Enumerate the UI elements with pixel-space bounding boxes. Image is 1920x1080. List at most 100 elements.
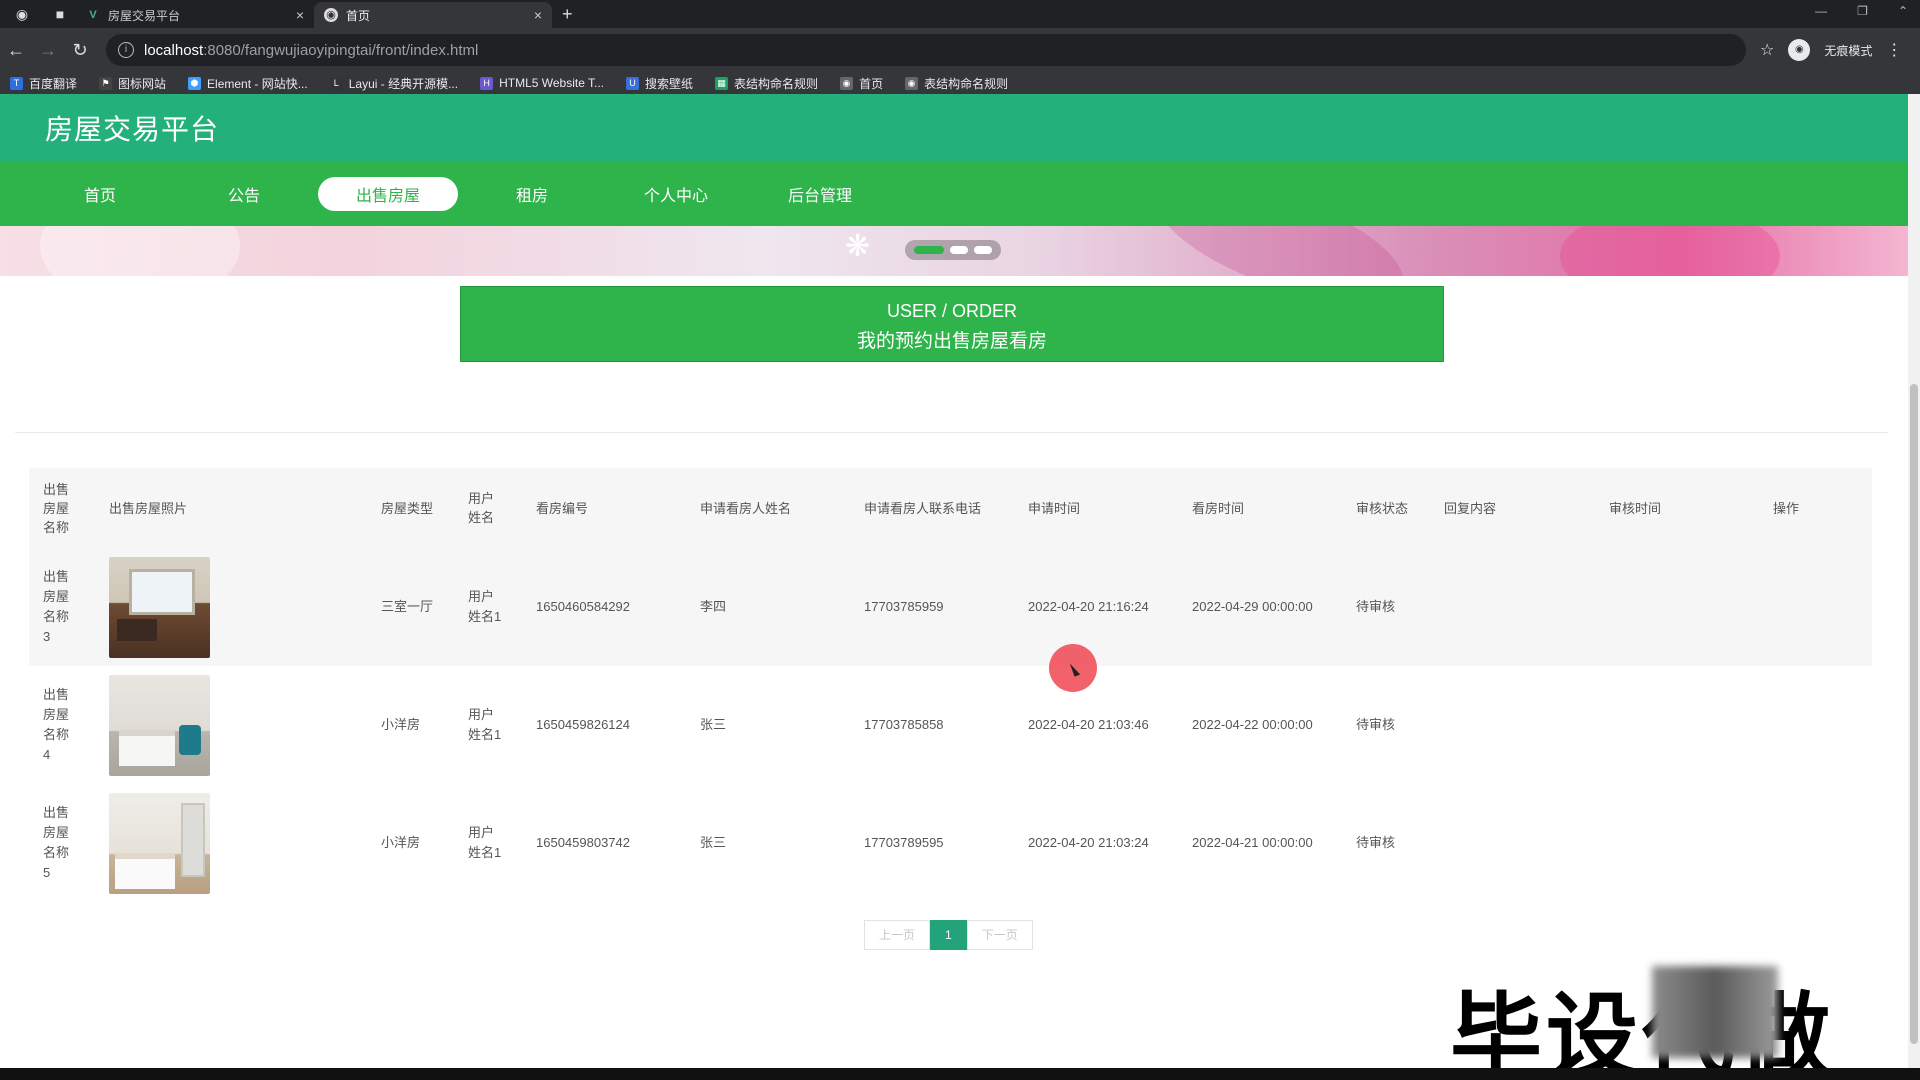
page-viewport: 房屋交易平台 首页 公告 出售房屋 租房 个人中心 后台管理 ❋ USER / … — [0, 94, 1908, 1068]
browser-tab-1[interactable]: V 房屋交易平台 × — [76, 2, 314, 28]
scrollbar-thumb[interactable] — [1910, 384, 1918, 1044]
column-header: 回复内容 — [1430, 468, 1595, 548]
bookmarks-bar: T 百度翻译 ⚑ 图标网站 ⬢ Element - 网站快... L Layui - 经… — [0, 72, 1920, 94]
cell-review-time — [1595, 548, 1759, 666]
cell-user-name: 用户姓名1 — [468, 707, 502, 742]
new-tab-icon[interactable]: + — [562, 4, 573, 25]
column-header: 用户姓名 — [468, 491, 495, 525]
column-header: 申请时间 — [1014, 468, 1178, 548]
nav-rent[interactable]: 租房 — [462, 177, 602, 211]
info-icon[interactable]: i — [118, 42, 134, 58]
cell-applicant-name: 张三 — [700, 717, 727, 732]
page-number-button[interactable]: 1 — [930, 920, 967, 950]
section-title-box: USER / ORDER 我的预约出售房屋看房 — [460, 286, 1444, 362]
url-path: :8080/fangwujiaoyipingtai/front/index.ht… — [203, 41, 479, 59]
cell-review-status: 待审核 — [1342, 548, 1430, 666]
tab-label: 首页 — [346, 8, 371, 23]
house-photo[interactable] — [109, 556, 210, 658]
tab-label: 房屋交易平台 — [108, 8, 181, 23]
more-menu-icon[interactable]: ⋮ — [1886, 40, 1902, 60]
close-tab-icon[interactable]: × — [296, 7, 304, 23]
bookmark-item[interactable]: H HTML5 Website T... — [480, 76, 604, 90]
house-photo[interactable] — [109, 674, 210, 776]
bookmark-item[interactable]: L Layui - 经典开源模... — [329, 75, 458, 92]
column-header: 操作 — [1759, 468, 1872, 548]
table-row[interactable]: 出售房屋名称3 三室一厅 用户姓名1 1650460584292 李四 1770… — [29, 548, 1872, 666]
nav-announcement[interactable]: 公告 — [174, 177, 314, 211]
cell-house-type: 小洋房 — [381, 717, 421, 732]
translate-icon: T — [10, 76, 23, 90]
column-header: 审核时间 — [1595, 468, 1759, 548]
cell-applicant-phone: 17703789595 — [864, 835, 944, 850]
carousel-dot[interactable] — [950, 246, 968, 254]
cell-action — [1759, 784, 1872, 902]
restore-icon[interactable]: ❐ — [1857, 4, 1868, 18]
nav-personal-center[interactable]: 个人中心 — [606, 177, 746, 211]
table-row[interactable]: 出售房屋名称5 小洋房 用户姓名1 1650459803742 张三 17703… — [29, 784, 1872, 902]
wallpaper-icon: U — [626, 76, 640, 90]
cell-action — [1759, 548, 1872, 666]
close-window-icon[interactable]: ⌃ — [1898, 4, 1908, 18]
flower-decoration — [1560, 226, 1780, 276]
bookmark-item[interactable]: ⚑ 图标网站 — [99, 75, 166, 92]
cell-view-time: 2022-04-29 00:00:00 — [1178, 548, 1342, 666]
main-nav: 首页 公告 出售房屋 租房 个人中心 后台管理 — [0, 162, 1908, 226]
bookmark-item[interactable]: ◉ 表结构命名规则 — [905, 75, 1008, 92]
bookmark-item[interactable]: U 搜索壁纸 — [626, 75, 693, 92]
browser-tab-strip: ◉ ■ V 房屋交易平台 × ◉ 首页 × + — ❐ ⌃ — [0, 0, 1920, 28]
table-icon: ▦ — [715, 76, 729, 90]
globe-icon: ◉ — [905, 76, 919, 90]
cell-view-time: 2022-04-22 00:00:00 — [1192, 717, 1313, 732]
site-title: 房屋交易平台 — [45, 114, 220, 145]
house-photo[interactable] — [109, 792, 210, 894]
back-icon[interactable]: ← — [0, 40, 32, 61]
cell-reply — [1430, 666, 1595, 784]
pagination: 上一页 1 下一页 — [864, 920, 1033, 950]
cell-reply — [1430, 784, 1595, 902]
forward-icon[interactable]: → — [32, 40, 64, 61]
url-input[interactable]: i localhost:8080/fangwujiaoyipingtai/fro… — [106, 34, 1746, 66]
layui-icon: L — [329, 76, 343, 90]
flower-decoration — [40, 226, 240, 276]
column-header: 出售房屋照片 — [95, 468, 367, 548]
nav-admin[interactable]: 后台管理 — [750, 177, 890, 211]
bookmark-item[interactable]: ▦ 表结构命名规则 — [715, 75, 818, 92]
cell-view-number: 1650459826124 — [536, 717, 630, 732]
carousel-dot[interactable] — [914, 246, 944, 254]
cell-user-name: 用户姓名1 — [468, 825, 502, 860]
vue-icon: V — [89, 9, 97, 21]
minimize-icon[interactable]: — — [1815, 4, 1827, 18]
cell-applicant-name: 张三 — [700, 835, 727, 850]
element-icon: ⬢ — [188, 76, 202, 90]
nav-sale-house[interactable]: 出售房屋 — [318, 177, 458, 211]
cell-applicant-phone: 17703785959 — [850, 548, 1014, 666]
star-icon[interactable]: ☆ — [1760, 40, 1774, 60]
table-row[interactable]: 出售房屋名称4 小洋房 用户姓名1 1650459826124 张三 17703… — [29, 666, 1872, 784]
column-header: 看房时间 — [1178, 468, 1342, 548]
browser-tab-2[interactable]: ◉ 首页 × — [314, 2, 552, 28]
bookmark-item[interactable]: T 百度翻译 — [10, 75, 77, 92]
bookmark-item[interactable]: ◉ 首页 — [840, 75, 883, 92]
next-page-button[interactable]: 下一页 — [966, 920, 1033, 950]
cell-apply-time: 2022-04-20 21:03:24 — [1028, 835, 1149, 850]
reload-icon[interactable]: ↻ — [64, 40, 96, 61]
column-header: 申请看房人姓名 — [686, 468, 850, 548]
incognito-icon[interactable]: ◉ — [1788, 39, 1811, 61]
url-host: localhost — [144, 41, 204, 59]
close-tab-icon[interactable]: × — [534, 7, 542, 23]
column-header: 申请看房人联系电话 — [850, 468, 1014, 548]
cell-review-status: 待审核 — [1356, 835, 1396, 850]
cell-review-time — [1595, 784, 1759, 902]
prev-page-button[interactable]: 上一页 — [864, 920, 931, 950]
window-icon[interactable]: ■ — [50, 4, 70, 24]
page-scrollbar[interactable] — [1908, 94, 1920, 1068]
bookmark-item[interactable]: ⬢ Element - 网站快... — [188, 75, 308, 92]
carousel-indicators — [905, 240, 1001, 260]
nav-home[interactable]: 首页 — [30, 177, 170, 211]
column-header: 房屋类型 — [367, 468, 454, 548]
cell-house-name: 出售房屋名称4 — [43, 687, 70, 762]
carousel-dot[interactable] — [974, 246, 992, 254]
browser-menu-icon[interactable]: ◉ — [12, 4, 32, 24]
column-header: 审核状态 — [1342, 468, 1430, 548]
banner-carousel[interactable]: ❋ — [0, 226, 1908, 276]
